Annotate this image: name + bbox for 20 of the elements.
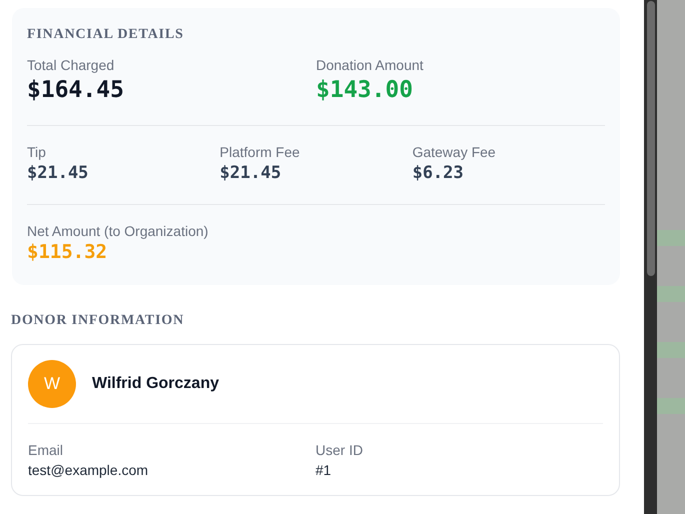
field-label: User ID (316, 440, 363, 459)
field-label: Total Charged (27, 56, 114, 74)
field-label: Donation Amount (316, 56, 424, 74)
amount-value: $115.32 (27, 241, 108, 265)
amount-value: $6.23 (412, 162, 464, 184)
amount-value: $164.45 (27, 76, 124, 105)
field-value: test@example.com (28, 460, 148, 479)
field-label: Tip (27, 142, 46, 161)
field-label: Net Amount (to Organization) (27, 222, 208, 240)
amount-value: $143.00 (316, 76, 413, 105)
donor-name: Wilfrid Gorczany (92, 374, 219, 394)
field-label: Platform Fee (220, 142, 300, 161)
avatar: W (28, 360, 76, 408)
field-label: Gateway Fee (412, 142, 496, 161)
field-label: Email (28, 440, 64, 459)
amount-value: $21.45 (27, 162, 88, 184)
section-heading: DONOR INFORMATION (11, 312, 186, 330)
section-heading: FINANCIAL DETAILS (27, 26, 185, 44)
amount-value: $21.45 (220, 162, 282, 184)
field-value: #1 (316, 460, 332, 479)
